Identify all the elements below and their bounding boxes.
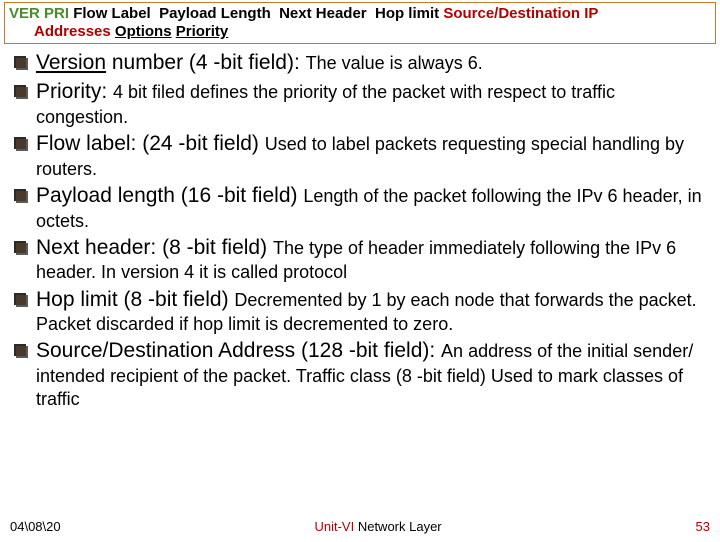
hdr-hop: Hop limit xyxy=(375,5,439,22)
hdr-options: Options xyxy=(115,23,172,40)
footer: 04\08\20 Unit-VI Network Layer 53 xyxy=(0,519,720,534)
hdr-addresses: Addresses xyxy=(34,23,111,40)
bullet-icon xyxy=(14,293,28,307)
footer-page: 53 xyxy=(696,519,710,534)
footer-unit-black: Network Layer xyxy=(354,519,441,534)
bullet-icon xyxy=(14,241,28,255)
hdr-next: Next Header xyxy=(279,5,367,22)
footer-unit-red: Unit-VI xyxy=(314,519,354,534)
item-text: Priority: 4 bit filed defines the priori… xyxy=(36,79,706,129)
list-item: Next header: (8 -bit field) The type of … xyxy=(14,235,706,285)
item-lead2: (24 -bit field) xyxy=(142,132,265,155)
item-lead2: (8 -bit field) xyxy=(162,236,273,259)
item-text: Flow label: (24 -bit field) Used to labe… xyxy=(36,131,706,181)
item-text: Next header: (8 -bit field) The type of … xyxy=(36,235,706,285)
list-item: Version number (4 -bit field): The value… xyxy=(14,50,706,77)
footer-unit: Unit-VI Network Layer xyxy=(314,519,441,534)
item-lead2: (8 -bit field) xyxy=(124,288,235,311)
item-rest: 4 bit filed defines the priority of the … xyxy=(36,82,615,127)
footer-date: 04\08\20 xyxy=(10,519,61,534)
item-lead: Version xyxy=(36,51,106,74)
bullet-icon xyxy=(14,56,28,70)
item-lead2: (16 -bit field) xyxy=(181,184,304,207)
list-item: Source/Destination Address (128 -bit fie… xyxy=(14,338,706,411)
hdr-priority: Priority xyxy=(176,23,229,40)
item-rest: The value is always 6. xyxy=(306,53,483,73)
hdr-flow: Flow Label xyxy=(73,5,151,22)
item-lead: Priority: xyxy=(36,80,113,103)
item-lead: Source/Destination Address (128 -bit fie… xyxy=(36,339,441,362)
hdr-srcdst: Source/Destination IP xyxy=(443,5,598,22)
item-text: Hop limit (8 -bit field) Decremented by … xyxy=(36,287,706,337)
content-list: Version number (4 -bit field): The value… xyxy=(0,48,720,411)
header-fields-box: VER PRI Flow Label Payload Length Next H… xyxy=(4,2,716,44)
list-item: Flow label: (24 -bit field) Used to labe… xyxy=(14,131,706,181)
item-lead2: number (4 -bit field): xyxy=(106,51,306,74)
bullet-icon xyxy=(14,344,28,358)
list-item: Priority: 4 bit filed defines the priori… xyxy=(14,79,706,129)
item-lead: Hop limit xyxy=(36,288,124,311)
list-item: Hop limit (8 -bit field) Decremented by … xyxy=(14,287,706,337)
bullet-icon xyxy=(14,137,28,151)
item-lead: Next header: xyxy=(36,236,162,259)
hdr-pri: PRI xyxy=(44,5,69,22)
item-lead: Payload length xyxy=(36,184,181,207)
item-text: Payload length (16 -bit field) Length of… xyxy=(36,183,706,233)
item-text: Source/Destination Address (128 -bit fie… xyxy=(36,338,706,411)
item-text: Version number (4 -bit field): The value… xyxy=(36,50,706,77)
hdr-payload: Payload Length xyxy=(159,5,271,22)
bullet-icon xyxy=(14,189,28,203)
bullet-icon xyxy=(14,85,28,99)
hdr-ver: VER xyxy=(9,5,40,22)
list-item: Payload length (16 -bit field) Length of… xyxy=(14,183,706,233)
item-lead: Flow label: xyxy=(36,132,142,155)
